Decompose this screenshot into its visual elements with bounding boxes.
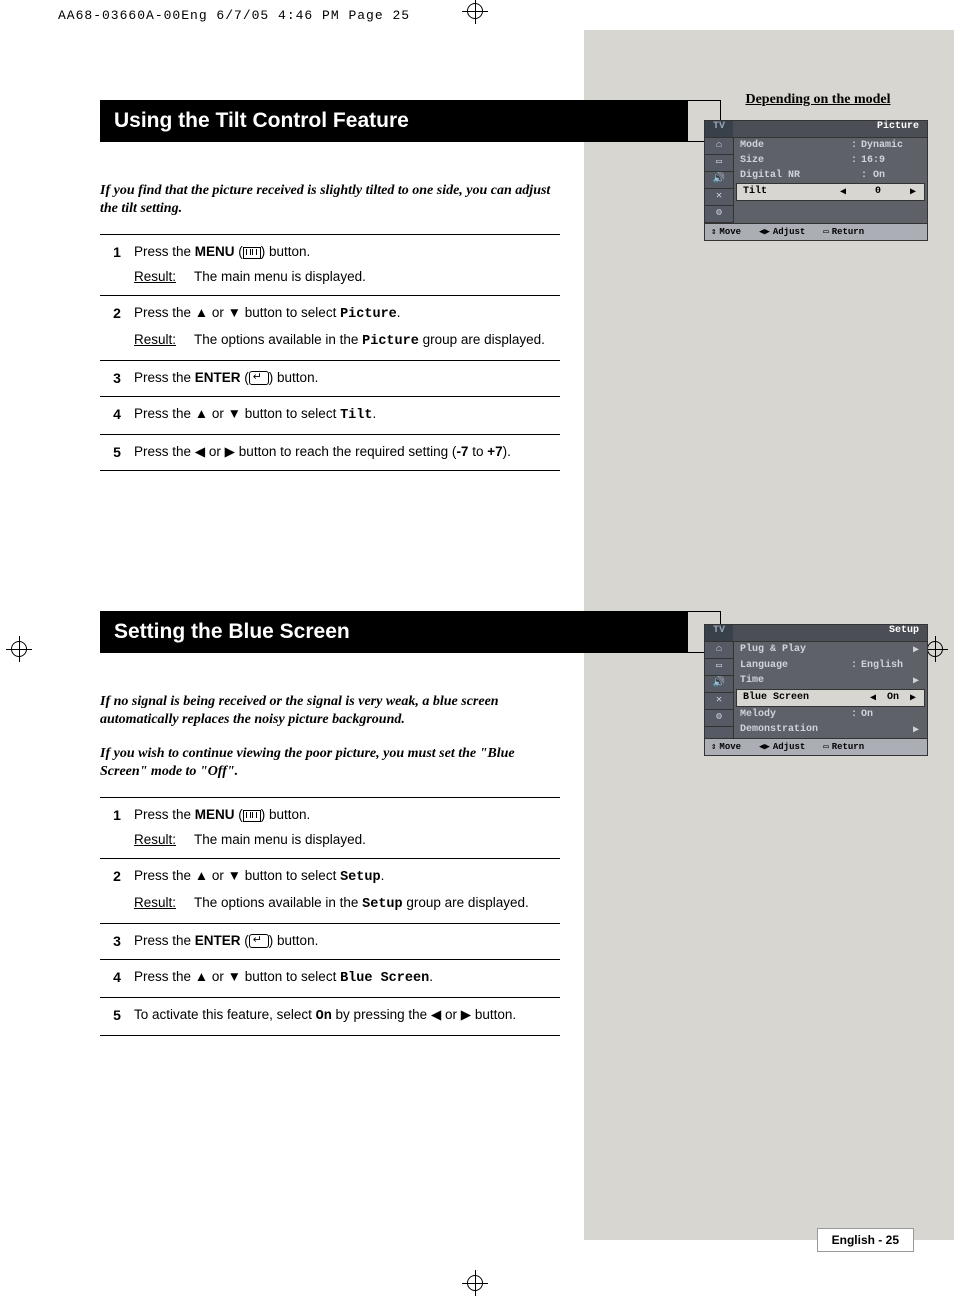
- step: 1 Press the MENU () button. Result:The m…: [100, 234, 560, 295]
- step: 2 Press the ▲ or ▼ button to select Setu…: [100, 858, 560, 923]
- return-hint: ▭ Return: [823, 227, 864, 237]
- step: 4 Press the ▲ or ▼ button to select Tilt…: [100, 396, 560, 434]
- step: 5 Press the ◀ or ▶ button to reach the r…: [100, 434, 560, 471]
- adjust-hint: ◀▶ Adjust: [759, 227, 805, 237]
- page: AA68-03660A-00Eng 6/7/05 4:46 PM Page 25…: [0, 0, 954, 1298]
- step: 2 Press the ▲ or ▼ button to select Pict…: [100, 295, 560, 360]
- section-2-intro-1: If no signal is being received or the si…: [100, 693, 560, 729]
- osd-side-icons: ⌂ ▭ 🔊 ✕ ⚙: [705, 642, 734, 738]
- channel-icon: 🔊: [705, 172, 733, 189]
- registration-mark-top: [462, 0, 488, 24]
- section-2-steps: 1 Press the MENU () button. Result:The m…: [100, 797, 560, 1035]
- step: 1 Press the MENU () button. Result:The m…: [100, 797, 560, 858]
- enter-icon: [249, 934, 269, 948]
- menu-icon: [243, 810, 261, 822]
- section-1-title: Using the Tilt Control Feature: [100, 101, 688, 141]
- sound-icon: ▭: [705, 155, 733, 172]
- osd-side-icons: ⌂ ▭ 🔊 ✕ ⚙: [705, 138, 734, 223]
- section-2-title-box: Setting the Blue Screen: [100, 611, 721, 653]
- step: 4 Press the ▲ or ▼ button to select Blue…: [100, 959, 560, 997]
- menu-icon: [243, 247, 261, 259]
- registration-mark-bottom: [462, 1270, 488, 1296]
- picture-icon: ⌂: [705, 138, 733, 155]
- section-2-intro-2: If you wish to continue viewing the poor…: [100, 745, 560, 781]
- section-1-title-box: Using the Tilt Control Feature: [100, 100, 721, 142]
- move-hint: ⇕ Move: [711, 227, 741, 237]
- osd-picture: TVPicture ⌂ ▭ 🔊 ✕ ⚙ Mode:Dynamic Size:16…: [704, 120, 928, 241]
- osd-footer: ⇕ Move ◀▶ Adjust ▭ Return: [705, 223, 927, 240]
- enter-icon: [249, 371, 269, 385]
- result-label: Result:: [134, 268, 194, 287]
- step: 3 Press the ENTER () button.: [100, 923, 560, 959]
- page-number: English - 25: [817, 1228, 914, 1252]
- section-1-steps: 1 Press the MENU () button. Result:The m…: [100, 234, 560, 470]
- setup-icon: ✕: [705, 189, 733, 206]
- osd-row-selected: Blue Screen◀On▶: [736, 689, 925, 707]
- step: 5 To activate this feature, select On by…: [100, 997, 560, 1036]
- osd-footer: ⇕ Move ◀▶ Adjust ▭ Return: [705, 738, 927, 755]
- step: 3 Press the ENTER () button.: [100, 360, 560, 396]
- settings-icon: ⚙: [705, 206, 733, 223]
- osd-caption: Depending on the model: [708, 92, 928, 108]
- osd-setup: TVSetup ⌂ ▭ 🔊 ✕ ⚙ Plug & Play▶ Language:…: [704, 624, 928, 756]
- osd-row-selected: Tilt◀0▶: [736, 183, 925, 201]
- registration-mark-left: [6, 636, 32, 662]
- section-1-intro: If you find that the picture received is…: [100, 182, 560, 218]
- print-header: AA68-03660A-00Eng 6/7/05 4:46 PM Page 25: [58, 8, 410, 23]
- section-2-title: Setting the Blue Screen: [100, 612, 688, 652]
